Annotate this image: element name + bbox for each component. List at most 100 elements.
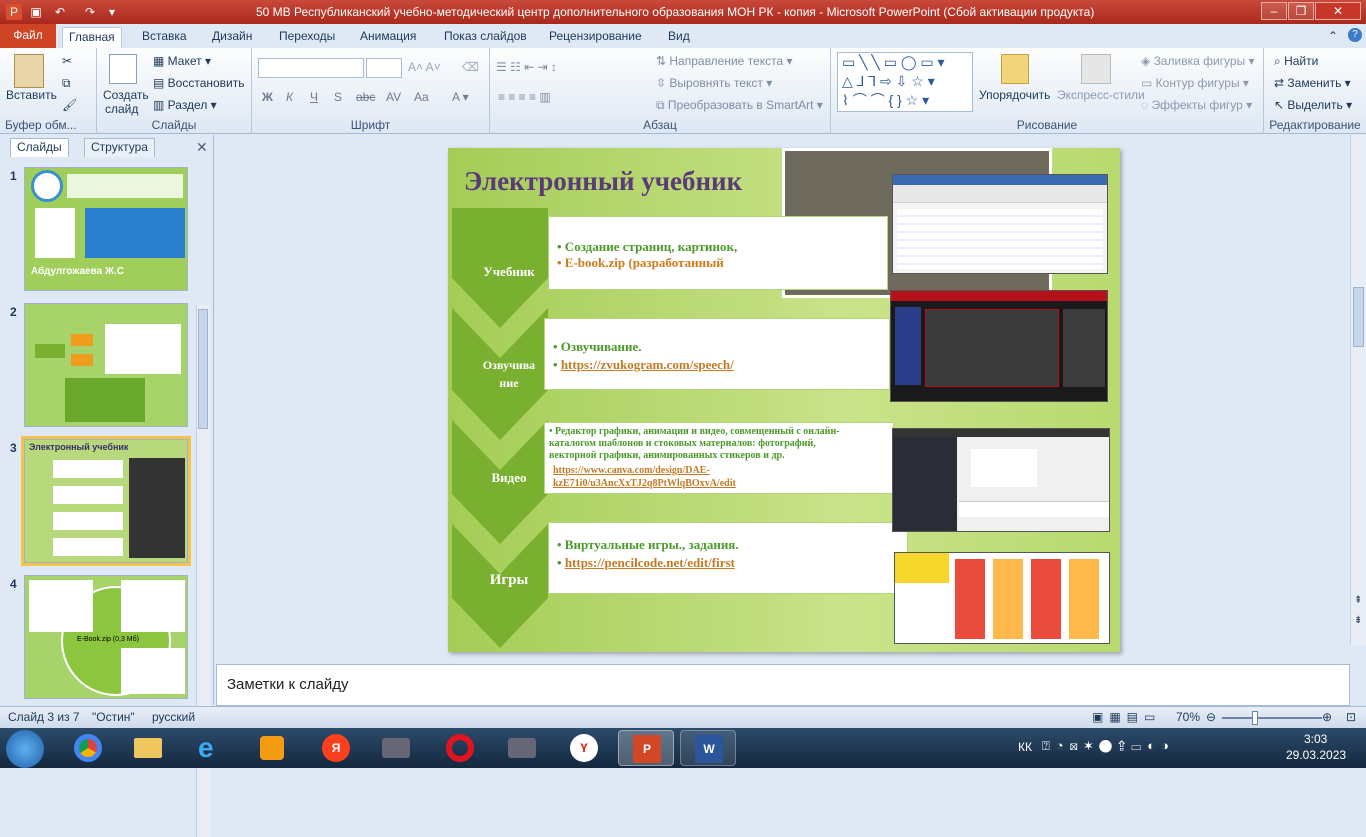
undo-icon[interactable]: ↶ [52, 4, 68, 20]
yandex-browser-taskbar-icon[interactable]: Y [556, 730, 612, 766]
section-button[interactable]: ▥ Раздел ▾ [153, 98, 217, 112]
strikethrough-icon[interactable]: abc [356, 90, 375, 104]
prev-slide-icon[interactable]: ⇞ [1354, 595, 1362, 606]
tray-icons[interactable]: ⍰◔⊠✶⬤⇪▭◐◑ [1042, 738, 1175, 754]
link-zvukogram[interactable]: https://zvukogram.com/speech/ [561, 357, 734, 372]
font-size-combo[interactable] [366, 58, 402, 78]
arrange-icon[interactable] [1001, 54, 1029, 84]
tab-insert[interactable]: Вставка [136, 27, 193, 48]
tab-review[interactable]: Рецензирование [543, 27, 648, 48]
tab-slides[interactable]: Слайды [10, 138, 69, 157]
media-taskbar-icon[interactable] [244, 730, 300, 766]
minimize-button[interactable]: – [1261, 2, 1287, 20]
editor-scroll-thumb[interactable] [1353, 287, 1364, 347]
scroll-thumb[interactable] [198, 309, 208, 429]
shape-outline-button[interactable]: ▭ Контур фигуры ▾ [1141, 76, 1249, 90]
editor-scrollbar[interactable]: ⇞ ⇟ [1350, 135, 1366, 645]
paste-icon[interactable] [14, 54, 44, 88]
slide-thumbnail-3[interactable]: Электронный учебник [21, 436, 191, 566]
camera-taskbar-icon[interactable] [368, 730, 424, 766]
format-painter-icon[interactable]: 🖌 [62, 98, 77, 112]
select-button[interactable]: ↖ Выделить ▾ [1274, 98, 1352, 112]
screenshot-canva[interactable] [892, 428, 1110, 532]
font-name-combo[interactable] [258, 58, 364, 78]
box-games[interactable]: • Виртуальные игры., задания. • https://… [548, 522, 908, 594]
close-button[interactable]: ✕ [1315, 2, 1361, 20]
box-textbook[interactable]: • Создание страниц, картинок, • E-book.z… [548, 216, 888, 290]
zoom-level[interactable]: 70% [1176, 710, 1200, 724]
find-button[interactable]: ⌕ Найти [1274, 54, 1318, 69]
slide-thumbnail-4[interactable]: E-Book.zip (0,3 Мб) [24, 575, 188, 699]
align-text-button[interactable]: ⇳ Выровнять текст ▾ [656, 76, 772, 90]
tab-outline[interactable]: Структура [84, 138, 155, 157]
close-pane-icon[interactable]: ✕ [196, 139, 208, 156]
underline-icon[interactable]: Ч [310, 90, 318, 104]
camera2-taskbar-icon[interactable] [494, 730, 550, 766]
minimize-ribbon-icon[interactable]: ⌃ [1328, 29, 1338, 43]
chrome-taskbar-icon[interactable] [60, 730, 116, 766]
box-voice[interactable]: • Озвучивание. • https://zvukogram.com/s… [544, 318, 890, 390]
clock-time[interactable]: 3:03 [1304, 732, 1327, 746]
zoom-slider[interactable] [1222, 717, 1322, 719]
new-slide-button-line2[interactable]: слайд [105, 102, 138, 116]
font-color-icon[interactable]: A ▾ [452, 90, 469, 104]
text-direction-button[interactable]: ⇅ Направление текста ▾ [656, 54, 793, 68]
tab-animation[interactable]: Анимация [354, 27, 422, 48]
screenshot-winrar[interactable] [892, 174, 1108, 274]
fit-slide-icon[interactable]: ⊡ [1346, 710, 1356, 724]
italic-icon[interactable]: К [286, 90, 293, 104]
link-canva-1[interactable]: https://www.canva.com/design/DAE- [553, 465, 710, 476]
clear-format-icon[interactable]: ⌫ [462, 60, 479, 74]
shapes-gallery[interactable]: ▭ ╲ ╲ ▭ ◯ ▭ ▾ △ ⅃ ⅂ ⇨ ⇩ ☆ ▾ ⌇ ⌒ ⌒ { } ☆ ▾ [837, 52, 973, 112]
language[interactable]: русский [152, 710, 195, 724]
slide-thumbnail-1[interactable]: Абдулгожаева Ж.С [24, 167, 188, 291]
new-slide-button[interactable]: Создать [103, 88, 149, 102]
spacing-icon[interactable]: AV [386, 90, 401, 104]
input-language[interactable]: КК [1018, 740, 1032, 754]
theme-name[interactable]: "Остин" [92, 710, 135, 724]
next-slide-icon[interactable]: ⇟ [1354, 615, 1362, 626]
shape-fill-button[interactable]: ◈ Заливка фигуры ▾ [1141, 54, 1255, 68]
bullets-icon[interactable]: ☰ ☷ ⇤ ⇥ ↕ [496, 60, 557, 74]
zoom-slider-thumb[interactable] [1252, 711, 1258, 725]
align-icons[interactable]: ≡ ≡ ≡ ≡ ▥ [498, 90, 551, 104]
word-taskbar-icon[interactable]: W [680, 730, 736, 766]
screenshot-zvukogram[interactable] [890, 290, 1108, 402]
copy-icon[interactable]: ⧉ [62, 76, 71, 91]
quick-styles-icon[interactable] [1081, 54, 1111, 84]
opera-taskbar-icon[interactable] [432, 730, 488, 766]
explorer-taskbar-icon[interactable] [120, 730, 176, 766]
link-pencilcode[interactable]: https://pencilcode.net/edit/first [565, 555, 735, 570]
tab-view[interactable]: Вид [662, 27, 696, 48]
ie-taskbar-icon[interactable]: e [184, 730, 240, 766]
help-icon[interactable]: ? [1348, 28, 1362, 42]
slide-thumbnail-2[interactable] [24, 303, 188, 427]
tab-transitions[interactable]: Переходы [273, 27, 341, 48]
notes-pane[interactable]: Заметки к слайду [216, 664, 1350, 706]
redo-icon[interactable]: ↷ [82, 4, 98, 20]
customize-qat-icon[interactable]: ▾ [104, 4, 120, 20]
arrange-button[interactable]: Упорядочить [979, 88, 1050, 102]
bold-icon[interactable]: Ж [262, 90, 273, 104]
yandex-taskbar-icon[interactable]: Я [308, 730, 364, 766]
start-button[interactable] [6, 730, 44, 768]
clock-date[interactable]: 29.03.2023 [1286, 748, 1346, 762]
tab-slideshow[interactable]: Показ слайдов [438, 27, 533, 48]
slide-canvas[interactable]: Электронный учебник Учебник • Создание с… [448, 148, 1120, 652]
box-video[interactable]: • Редактор графики, анимации и видео, со… [544, 422, 894, 494]
shape-effects-button[interactable]: ◌ Эффекты фигур ▾ [1141, 98, 1252, 112]
tab-design[interactable]: Дизайн [206, 27, 258, 48]
tab-file[interactable]: Файл [0, 24, 56, 48]
shadow-icon[interactable]: S [334, 90, 342, 104]
smartart-button[interactable]: ⧉ Преобразовать в SmartArt ▾ [656, 98, 823, 113]
new-slide-icon[interactable] [109, 54, 137, 84]
zoom-in-icon[interactable]: ⊕ [1322, 710, 1332, 724]
zoom-out-icon[interactable]: ⊖ [1206, 710, 1216, 724]
link-canva-2[interactable]: kzE71i0/u3AncXxTJ2q8PtWlqBOxvA/edit [553, 478, 736, 489]
paste-button[interactable]: Вставить [6, 88, 57, 102]
view-buttons[interactable]: ▣▦▤▭ [1092, 710, 1161, 724]
quick-styles-button[interactable]: Экспресс-стили [1057, 88, 1145, 102]
screenshot-pencilcode[interactable] [894, 552, 1110, 644]
powerpoint-taskbar-icon[interactable]: P [618, 730, 674, 766]
reset-button[interactable]: ▤ Восстановить [153, 76, 245, 90]
